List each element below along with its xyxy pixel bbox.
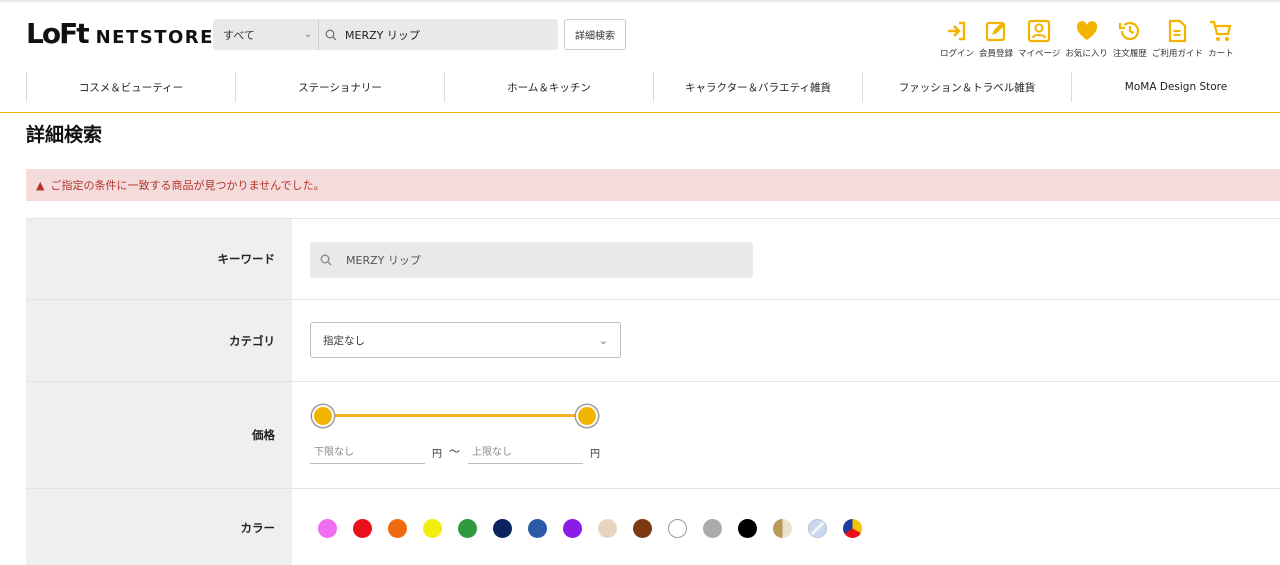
- mypage-label: マイページ: [1018, 49, 1061, 59]
- header-search: すべて ⌄ MERZY リップ: [213, 19, 558, 50]
- swatch-white[interactable]: [668, 519, 687, 538]
- cart-label: カート: [1208, 49, 1234, 59]
- keyword-label: キーワード: [26, 219, 292, 299]
- favorite-label: お気に入り: [1065, 49, 1108, 59]
- logo-mark: LoFt: [26, 17, 90, 50]
- swatch-orange[interactable]: [388, 519, 407, 538]
- chevron-down-icon: ⌄: [598, 333, 608, 347]
- register-label: 会員登録: [979, 49, 1014, 59]
- price-row: 価格 下限なし 円 〜 上限なし 円: [26, 381, 1280, 488]
- mypage-link[interactable]: マイページ: [1018, 18, 1060, 59]
- swatch-multi[interactable]: [843, 519, 862, 538]
- mypage-icon: [1028, 19, 1051, 43]
- cart-link[interactable]: カート: [1208, 18, 1234, 59]
- swatch-green[interactable]: [458, 519, 477, 538]
- no-results-alert: ▲ ご指定の条件に一致する商品が見つかりませんでした。: [26, 169, 1280, 201]
- swatch-pink[interactable]: [318, 519, 337, 538]
- favorite-icon: [1076, 21, 1097, 40]
- price-min-unit: 円: [432, 449, 442, 460]
- alert-message: ご指定の条件に一致する商品が見つかりませんでした。: [50, 179, 325, 192]
- price-max-handle[interactable]: [576, 405, 598, 427]
- search-input-value: MERZY リップ: [345, 28, 420, 42]
- nav-item-home-kitchen[interactable]: ホーム＆キッチン: [444, 72, 653, 102]
- price-label: 価格: [26, 382, 292, 488]
- category-label: カテゴリ: [26, 300, 292, 381]
- swatch-black[interactable]: [738, 519, 757, 538]
- favorite-link[interactable]: お気に入り: [1065, 18, 1108, 59]
- price-max-unit: 円: [590, 449, 600, 460]
- category-select[interactable]: 指定なし ⌄: [310, 322, 621, 358]
- price-separator: 〜: [449, 445, 460, 458]
- price-slider-track[interactable]: [322, 414, 587, 417]
- history-label: 注文履歴: [1112, 49, 1147, 59]
- advanced-search-button[interactable]: 詳細検索: [564, 19, 626, 50]
- swatch-red[interactable]: [353, 519, 372, 538]
- search-input[interactable]: MERZY リップ: [319, 27, 420, 43]
- nav-item-moma[interactable]: MoMA Design Store: [1071, 72, 1280, 102]
- search-scope-value: すべて: [223, 28, 255, 42]
- price-max-input[interactable]: 上限なし: [468, 438, 583, 464]
- color-label: カラー: [26, 489, 292, 565]
- swatch-purple[interactable]: [563, 519, 582, 538]
- warning-icon: ▲: [36, 178, 45, 192]
- color-row: カラー: [26, 488, 1280, 565]
- search-icon: [320, 254, 332, 266]
- category-select-value: 指定なし: [323, 334, 365, 347]
- register-icon: [985, 21, 1006, 42]
- swatch-beige[interactable]: [598, 519, 617, 538]
- nav-item-cosme[interactable]: コスメ＆ビューティー: [26, 72, 235, 102]
- header-icons: ログイン 会員登録 マイページ お気に入り 注文履歴 ご利用ガイド カート: [940, 18, 1239, 59]
- swatch-navy[interactable]: [493, 519, 512, 538]
- history-icon: [1118, 21, 1139, 41]
- nav-item-character[interactable]: キャラクター＆バラエティ雑貨: [653, 72, 862, 102]
- nav-divider: [0, 112, 1280, 113]
- swatch-brown[interactable]: [633, 519, 652, 538]
- nav-item-stationery[interactable]: ステーショナリー: [235, 72, 444, 102]
- guide-icon: [1169, 19, 1187, 43]
- keyword-input[interactable]: MERZY リップ: [310, 242, 753, 278]
- search-scope-select[interactable]: すべて ⌄: [213, 19, 319, 50]
- category-row: カテゴリ 指定なし ⌄: [26, 299, 1280, 381]
- site-logo[interactable]: LoFt NETSTORE: [26, 17, 214, 50]
- price-min-handle[interactable]: [312, 405, 334, 427]
- swatch-yellow[interactable]: [423, 519, 442, 538]
- swatch-gold[interactable]: [773, 519, 792, 538]
- search-icon: [325, 29, 337, 40]
- guide-label: ご利用ガイド: [1151, 49, 1203, 59]
- category-nav: コスメ＆ビューティー ステーショナリー ホーム＆キッチン キャラクター＆バラエテ…: [26, 72, 1280, 102]
- price-min-input[interactable]: 下限なし: [310, 438, 425, 464]
- login-label: ログイン: [940, 49, 975, 59]
- logo-text: NETSTORE: [95, 27, 214, 48]
- swatch-silver[interactable]: [808, 519, 827, 538]
- guide-link[interactable]: ご利用ガイド: [1152, 18, 1203, 59]
- color-swatches: [318, 519, 878, 538]
- register-link[interactable]: 会員登録: [979, 18, 1013, 59]
- keyword-row: キーワード MERZY リップ: [26, 218, 1280, 299]
- login-link[interactable]: ログイン: [940, 18, 974, 59]
- chevron-down-icon: ⌄: [303, 29, 312, 40]
- history-link[interactable]: 注文履歴: [1113, 18, 1147, 59]
- keyword-input-value: MERZY リップ: [346, 254, 421, 267]
- swatch-gray[interactable]: [703, 519, 722, 538]
- top-border: [0, 0, 1280, 2]
- cart-icon: [1209, 20, 1232, 41]
- nav-item-fashion-travel[interactable]: ファッション＆トラベル雑貨: [862, 72, 1071, 102]
- swatch-blue[interactable]: [528, 519, 547, 538]
- login-icon: [948, 21, 966, 41]
- page-title: 詳細検索: [26, 124, 103, 146]
- advanced-search-form: キーワード MERZY リップ カテゴリ 指定なし ⌄ 価格 下限なし 円 〜 …: [26, 218, 1280, 565]
